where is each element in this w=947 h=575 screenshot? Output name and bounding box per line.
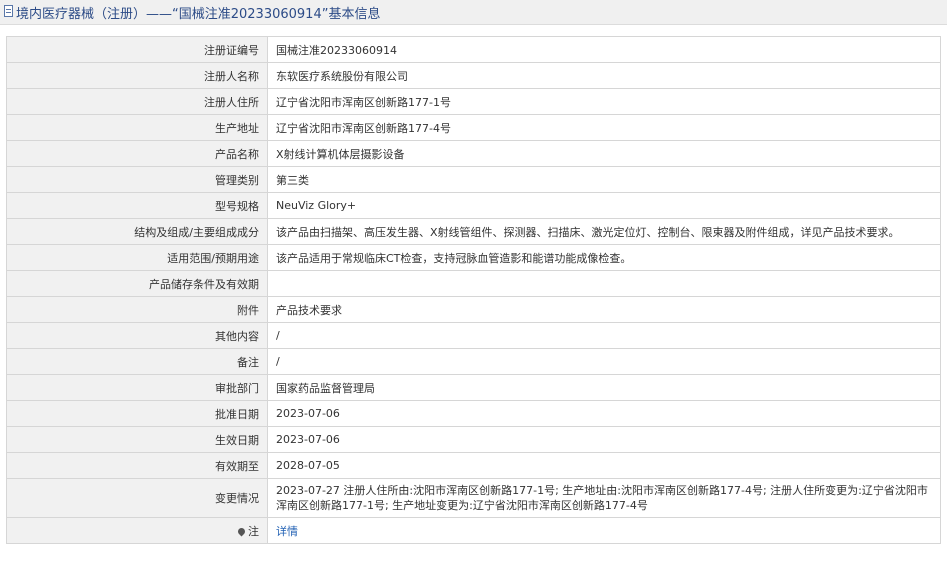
table-row: 有效期至 2028-07-05: [6, 452, 941, 479]
page-title: 境内医疗器械（注册）——“国械注准20233060914”基本信息: [16, 7, 381, 22]
note-label: 注: [248, 524, 259, 538]
table-row: 注册证编号 国械注准20233060914: [6, 36, 941, 63]
row-value: 国家药品监督管理局: [267, 374, 941, 401]
row-value: /: [267, 348, 941, 375]
row-label: 备注: [6, 348, 268, 375]
row-value: 产品技术要求: [267, 296, 941, 323]
row-label: 附件: [6, 296, 268, 323]
row-value: 2028-07-05: [267, 452, 941, 479]
table-row: 结构及组成/主要组成成分 该产品由扫描架、高压发生器、X射线管组件、探测器、扫描…: [6, 218, 941, 245]
details-link[interactable]: 详情: [276, 525, 298, 538]
row-label: 变更情况: [6, 478, 268, 518]
row-label: 注册证编号: [6, 36, 268, 63]
row-label: 适用范围/预期用途: [6, 244, 268, 271]
note-label-cell: 注: [6, 517, 268, 544]
row-value: 2023-07-06: [267, 426, 941, 453]
row-label: 审批部门: [6, 374, 268, 401]
table-row: 备注 /: [6, 348, 941, 375]
row-label: 其他内容: [6, 322, 268, 349]
row-value: 辽宁省沈阳市浑南区创新路177-1号: [267, 88, 941, 115]
note-row: 注 详情: [6, 517, 941, 544]
row-label: 结构及组成/主要组成成分: [6, 218, 268, 245]
note-value-cell: 详情: [267, 517, 941, 544]
detail-table: 注册证编号 国械注准20233060914 注册人名称 东软医疗系统股份有限公司…: [6, 36, 941, 544]
table-row: 适用范围/预期用途 该产品适用于常规临床CT检查，支持冠脉血管造影和能谱功能成像…: [6, 244, 941, 271]
row-label: 有效期至: [6, 452, 268, 479]
row-value: 辽宁省沈阳市浑南区创新路177-4号: [267, 114, 941, 141]
row-label: 型号规格: [6, 192, 268, 219]
table-row: 型号规格 NeuViz Glory+: [6, 192, 941, 219]
table-row: 生产地址 辽宁省沈阳市浑南区创新路177-4号: [6, 114, 941, 141]
table-row: 其他内容 /: [6, 322, 941, 349]
row-value: 东软医疗系统股份有限公司: [267, 62, 941, 89]
row-value: 第三类: [267, 166, 941, 193]
page-header: 境内医疗器械（注册）——“国械注准20233060914”基本信息: [0, 0, 947, 25]
row-value: 2023-07-06: [267, 400, 941, 427]
pin-icon: [236, 526, 247, 536]
table-row: 批准日期 2023-07-06: [6, 400, 941, 427]
row-value: 国械注准20233060914: [267, 36, 941, 63]
table-row: 附件 产品技术要求: [6, 296, 941, 323]
table-row: 管理类别 第三类: [6, 166, 941, 193]
row-label: 生效日期: [6, 426, 268, 453]
table-row: 审批部门 国家药品监督管理局: [6, 374, 941, 401]
table-row: 注册人住所 辽宁省沈阳市浑南区创新路177-1号: [6, 88, 941, 115]
row-label: 产品名称: [6, 140, 268, 167]
row-value: 2023-07-27 注册人住所由:沈阳市浑南区创新路177-1号; 生产地址由…: [267, 478, 941, 518]
table-row: 注册人名称 东软医疗系统股份有限公司: [6, 62, 941, 89]
row-value: /: [267, 322, 941, 349]
row-value: 该产品由扫描架、高压发生器、X射线管组件、探测器、扫描床、激光定位灯、控制台、限…: [267, 218, 941, 245]
row-label: 注册人住所: [6, 88, 268, 115]
table-row: 生效日期 2023-07-06: [6, 426, 941, 453]
row-value: [267, 270, 941, 297]
table-row: 变更情况 2023-07-27 注册人住所由:沈阳市浑南区创新路177-1号; …: [6, 478, 941, 518]
table-row: 产品名称 X射线计算机体层摄影设备: [6, 140, 941, 167]
row-value: NeuViz Glory+: [267, 192, 941, 219]
row-value: X射线计算机体层摄影设备: [267, 140, 941, 167]
table-row: 产品储存条件及有效期: [6, 270, 941, 297]
row-label: 注册人名称: [6, 62, 268, 89]
row-label: 管理类别: [6, 166, 268, 193]
row-label: 生产地址: [6, 114, 268, 141]
document-icon: [4, 5, 13, 17]
row-label: 批准日期: [6, 400, 268, 427]
row-label: 产品储存条件及有效期: [6, 270, 268, 297]
row-value: 该产品适用于常规临床CT检查，支持冠脉血管造影和能谱功能成像检查。: [267, 244, 941, 271]
